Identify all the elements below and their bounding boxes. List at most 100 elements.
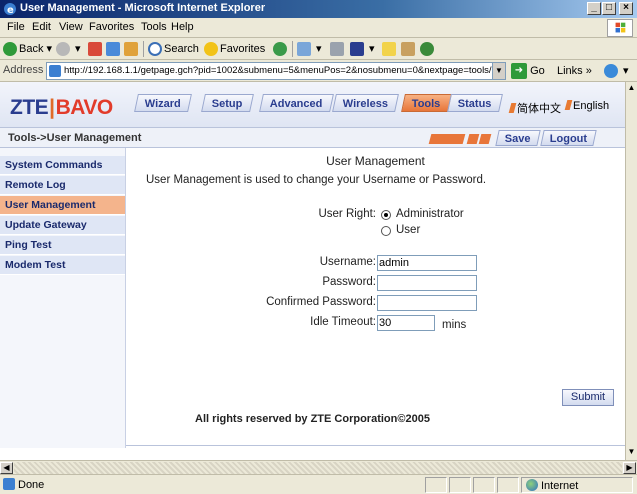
tab-tools[interactable]: Tools [401, 94, 452, 112]
refresh-button[interactable] [106, 41, 122, 57]
idle-timeout-label: Idle Timeout: [310, 316, 376, 328]
administrator-radio[interactable] [381, 210, 391, 220]
breadcrumb: Tools->User Management [8, 132, 142, 144]
toolbar-extra-button[interactable]: ▾ [604, 63, 629, 79]
address-label: Address [3, 64, 44, 76]
logout-button[interactable]: Logout [540, 130, 597, 146]
page-title: User Management [326, 154, 425, 168]
status-bar: Done Internet [0, 474, 637, 494]
refresh-icon [106, 42, 120, 57]
tab-status[interactable]: Status [447, 94, 503, 112]
content-divider [126, 445, 625, 446]
sidebar: System Commands Remote Log User Manageme… [0, 148, 126, 448]
vertical-scrollbar[interactable]: ▲ ▼ [625, 82, 637, 460]
internet-globe-icon [526, 479, 538, 491]
tab-setup[interactable]: Setup [201, 94, 254, 112]
page-done-icon [3, 478, 15, 490]
zte-bavo-logo: ZTE|BAVO [10, 96, 113, 119]
close-button[interactable]: × [619, 2, 633, 15]
print-button[interactable] [330, 41, 346, 57]
save-button[interactable]: Save [495, 130, 541, 146]
toolbar-separator [143, 41, 144, 57]
history-button[interactable] [273, 41, 289, 57]
user-right-label: User Right: [318, 208, 376, 220]
research-icon [401, 42, 415, 57]
submit-button[interactable]: Submit [562, 389, 614, 406]
status-cell [473, 477, 495, 493]
search-icon [148, 42, 162, 57]
tab-wizard[interactable]: Wizard [134, 94, 192, 112]
decorative-bar [466, 134, 480, 144]
favorites-button[interactable]: Favorites [204, 41, 265, 57]
user-radio[interactable] [381, 226, 391, 236]
scroll-up-arrow-icon[interactable]: ▲ [626, 82, 637, 94]
home-button[interactable] [124, 41, 140, 57]
history-icon [273, 42, 287, 57]
confirmed-password-label: Confirmed Password: [266, 296, 376, 308]
menu-file[interactable]: File [7, 21, 25, 33]
username-input[interactable] [377, 255, 477, 271]
internet-explorer-icon: e [4, 3, 16, 16]
sidebar-item-modem-test[interactable]: Modem Test [0, 256, 125, 275]
menu-tools[interactable]: Tools [141, 21, 167, 33]
scrollbar-track[interactable] [14, 462, 622, 474]
minimize-button[interactable]: _ [587, 2, 601, 15]
toolbar-separator [292, 41, 293, 57]
plugin-icon [420, 42, 434, 57]
page-icon [49, 65, 61, 77]
messenger-button[interactable] [382, 41, 398, 57]
mail-button[interactable]: ▾ [297, 41, 322, 57]
sidebar-item-user-management[interactable]: User Management [0, 196, 125, 215]
back-button[interactable]: Back ▾ [3, 41, 52, 57]
toolbar-extra-icon [604, 64, 618, 79]
security-zone: Internet [526, 479, 578, 492]
menu-view[interactable]: View [59, 21, 83, 33]
language-english-link[interactable]: English [564, 100, 609, 112]
browser-toolbar: Back ▾ ▾ Search Favorites ▾ ▾ [0, 38, 637, 60]
forward-button[interactable]: ▾ [56, 41, 81, 57]
sidebar-item-ping-test[interactable]: Ping Test [0, 236, 125, 255]
menu-help[interactable]: Help [171, 21, 194, 33]
folder-icon [382, 42, 396, 57]
svg-text:e: e [7, 5, 14, 16]
print-icon [330, 42, 344, 57]
tab-advanced[interactable]: Advanced [259, 94, 334, 112]
edit-page-icon [350, 42, 364, 57]
menu-edit[interactable]: Edit [32, 21, 51, 33]
favorites-star-icon [204, 42, 218, 57]
main-content: User Management User Management is used … [126, 148, 625, 448]
research-button[interactable] [401, 41, 417, 57]
go-arrow-icon: ➜ [511, 63, 527, 80]
edit-button[interactable]: ▾ [350, 41, 375, 57]
search-button[interactable]: Search [148, 41, 199, 57]
scroll-right-arrow-icon[interactable]: ▶ [623, 462, 636, 474]
maximize-button[interactable]: □ [602, 2, 616, 15]
go-button[interactable]: ➜ Go [511, 63, 545, 80]
extension-button[interactable] [420, 41, 436, 57]
idle-timeout-input[interactable] [377, 315, 435, 331]
stop-button[interactable] [88, 41, 104, 57]
breadcrumb-bar: Tools->User Management Save Logout [0, 128, 625, 148]
address-bar: Address http://192.168.1.1/getpage.gch?p… [0, 60, 637, 82]
home-icon [124, 42, 138, 57]
address-input[interactable]: http://192.168.1.1/getpage.gch?pid=1002&… [46, 62, 506, 80]
scroll-down-arrow-icon[interactable]: ▼ [626, 446, 637, 458]
horizontal-scrollbar[interactable]: ◀ ▶ [0, 460, 637, 474]
idle-timeout-unit: mins [442, 319, 467, 331]
sidebar-item-update-gateway[interactable]: Update Gateway [0, 216, 125, 235]
mail-icon [297, 42, 311, 57]
links-button[interactable]: Links » [557, 63, 592, 79]
sidebar-item-remote-log[interactable]: Remote Log [0, 176, 125, 195]
tab-wireless[interactable]: Wireless [332, 94, 400, 112]
window-title-bar: e User Management - Microsoft Internet E… [0, 0, 637, 18]
forward-arrow-icon [56, 42, 70, 57]
menu-bar: File Edit View Favorites Tools Help [0, 18, 637, 38]
scroll-left-arrow-icon[interactable]: ◀ [0, 462, 13, 474]
confirmed-password-input[interactable] [377, 295, 477, 311]
address-dropdown-button[interactable]: ▼ [492, 63, 505, 79]
language-chinese-link[interactable]: 简体中文 [508, 100, 561, 116]
password-input[interactable] [377, 275, 477, 291]
menu-favorites[interactable]: Favorites [89, 21, 134, 33]
status-cell [497, 477, 519, 493]
sidebar-item-system-commands[interactable]: System Commands [0, 156, 125, 175]
